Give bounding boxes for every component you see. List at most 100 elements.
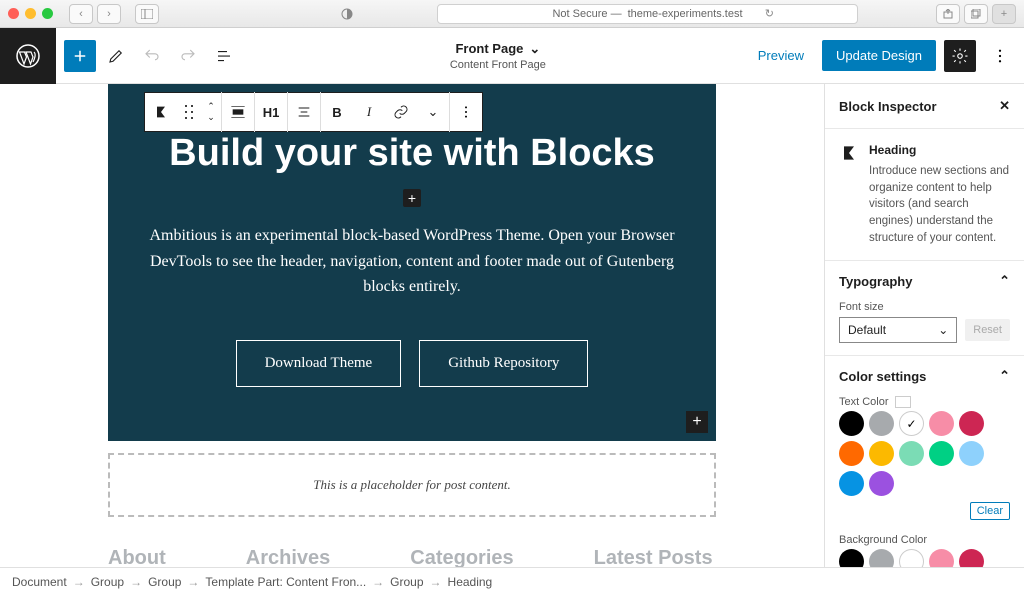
nav-buttons: ‹ › [69, 4, 121, 24]
download-theme-button[interactable]: Download Theme [236, 340, 402, 387]
more-menu-button[interactable] [984, 40, 1016, 72]
color-swatch-white[interactable] [899, 549, 924, 567]
hero-paragraph[interactable]: Ambitious is an experimental block-based… [144, 223, 680, 300]
undo-button[interactable] [136, 40, 168, 72]
color-swatch-blue[interactable] [839, 471, 864, 496]
color-swatch-white[interactable] [899, 411, 924, 436]
color-swatch-green[interactable] [929, 441, 954, 466]
hero-group-block[interactable]: Build your site with Blocks + Ambitious … [108, 84, 716, 441]
link-button[interactable] [385, 92, 417, 132]
post-content-placeholder[interactable]: This is a placeholder for post content. [108, 453, 716, 517]
update-design-button[interactable]: Update Design [822, 40, 936, 71]
inline-inserter-button[interactable]: + [403, 189, 421, 207]
color-swatch-lightblue[interactable] [959, 441, 984, 466]
color-swatch-gray[interactable] [869, 411, 894, 436]
color-swatch-orange[interactable] [839, 441, 864, 466]
color-swatch-mint[interactable] [899, 441, 924, 466]
sidebar-toggle[interactable] [135, 4, 159, 24]
color-swatch-black[interactable] [839, 549, 864, 567]
maximize-window-icon[interactable] [42, 8, 53, 19]
forward-button[interactable]: › [97, 4, 121, 24]
github-repo-button[interactable]: Github Repository [419, 340, 588, 387]
bold-button[interactable]: B [321, 92, 353, 132]
append-block-button[interactable]: + [686, 411, 708, 433]
window-controls [8, 8, 53, 19]
italic-button[interactable]: I [353, 92, 385, 132]
bg-color-label: Background Color [839, 534, 927, 546]
text-align-button[interactable] [288, 92, 320, 132]
redo-button[interactable] [172, 40, 204, 72]
breadcrumb-item[interactable]: Document [12, 575, 67, 589]
doc-subtitle: Content Front Page [450, 59, 546, 71]
url-text: theme-experiments.test [628, 8, 743, 20]
chevron-up-icon[interactable]: ⌃ [999, 273, 1010, 289]
block-type-icon[interactable] [145, 92, 177, 132]
breadcrumb-item[interactable]: Template Part: Content Fron... [205, 575, 366, 589]
move-up-down-icon[interactable]: ⌃⌄ [201, 92, 221, 132]
hero-heading[interactable]: Build your site with Blocks [144, 132, 680, 175]
breadcrumb-item[interactable]: Group [91, 575, 124, 589]
chevron-down-icon: ⌄ [938, 323, 948, 337]
security-label: Not Secure — [552, 8, 621, 20]
block-name: Heading [869, 143, 1010, 157]
preview-button[interactable]: Preview [748, 42, 814, 69]
add-block-button[interactable] [64, 40, 96, 72]
font-size-value: Default [848, 323, 886, 337]
text-color-label: Text Color [839, 396, 889, 408]
minimize-window-icon[interactable] [25, 8, 36, 19]
edit-mode-button[interactable] [100, 40, 132, 72]
color-swatch-pink[interactable] [929, 549, 954, 567]
footer-link-archives[interactable]: Archives [246, 547, 331, 567]
outline-button[interactable] [208, 40, 240, 72]
block-toolbar: ⌃⌄ H1 B I ⌄ [144, 92, 483, 132]
url-bar[interactable]: Not Secure — theme-experiments.test ↻ [437, 4, 858, 24]
close-sidebar-icon[interactable]: ✕ [999, 98, 1010, 114]
text-color-preview [895, 396, 911, 408]
back-button[interactable]: ‹ [69, 4, 93, 24]
settings-button[interactable] [944, 40, 976, 72]
sidebar-title: Block Inspector [839, 99, 937, 114]
color-swatch-pink[interactable] [929, 411, 954, 436]
color-swatch-red[interactable] [959, 411, 984, 436]
align-button[interactable] [222, 92, 254, 132]
breadcrumb-item[interactable]: Group [148, 575, 181, 589]
color-swatch-yellow[interactable] [869, 441, 894, 466]
block-breadcrumb: Document→ Group→ Group→ Template Part: C… [0, 567, 1024, 595]
footer-link-categories[interactable]: Categories [410, 547, 513, 567]
footer-link-about[interactable]: About [108, 547, 166, 567]
breadcrumb-item[interactable]: Heading [448, 575, 493, 589]
doc-title[interactable]: Front Page [455, 41, 523, 56]
block-more-menu[interactable] [450, 92, 482, 132]
color-swatch-purple[interactable] [869, 471, 894, 496]
typography-panel-title[interactable]: Typography [839, 274, 912, 289]
color-swatch-gray[interactable] [869, 549, 894, 567]
more-rich-text-button[interactable]: ⌄ [417, 92, 449, 132]
editor-top-bar: Front Page ⌄ Content Front Page Preview … [0, 28, 1024, 84]
new-tab-button[interactable]: + [992, 4, 1016, 24]
wordpress-logo[interactable] [0, 28, 56, 84]
font-size-reset-button[interactable]: Reset [965, 319, 1010, 341]
browser-chrome: ‹ › Not Secure — theme-experiments.test … [0, 0, 1024, 28]
tabs-button[interactable] [964, 4, 988, 24]
text-color-swatches [839, 411, 1010, 496]
share-button[interactable] [936, 4, 960, 24]
heading-level-button[interactable]: H1 [255, 92, 287, 132]
block-description: Introduce new sections and organize cont… [869, 163, 1010, 246]
reload-icon[interactable]: ↻ [765, 7, 774, 20]
close-window-icon[interactable] [8, 8, 19, 19]
color-swatch-black[interactable] [839, 411, 864, 436]
shield-icon[interactable] [335, 4, 359, 24]
editor-canvas[interactable]: ⌃⌄ H1 B I ⌄ Build your site with Blocks … [0, 84, 824, 567]
footer-link-latest[interactable]: Latest Posts [594, 547, 713, 567]
chevron-down-icon[interactable]: ⌄ [529, 41, 540, 57]
chevron-up-icon[interactable]: ⌃ [999, 368, 1010, 384]
block-inspector-sidebar: Block Inspector ✕ Heading Introduce new … [824, 84, 1024, 567]
color-swatch-red[interactable] [959, 549, 984, 567]
color-panel-title[interactable]: Color settings [839, 369, 926, 384]
text-color-clear-button[interactable]: Clear [970, 502, 1010, 520]
move-handle-icon[interactable] [177, 92, 201, 132]
breadcrumb-item[interactable]: Group [390, 575, 423, 589]
font-size-label: Font size [839, 301, 1010, 313]
document-title-area: Front Page ⌄ Content Front Page [248, 41, 748, 71]
font-size-select[interactable]: Default ⌄ [839, 317, 957, 343]
